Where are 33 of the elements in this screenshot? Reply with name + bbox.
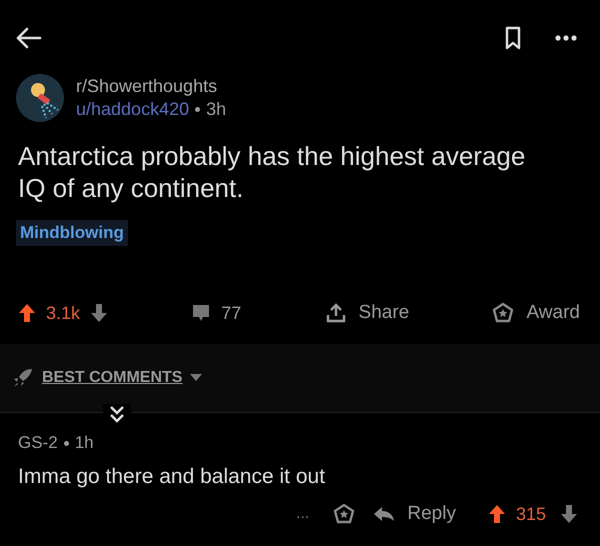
flair-tag[interactable]: Mindblowing: [16, 220, 128, 246]
separator-dot: [64, 440, 69, 446]
caret-icon: [190, 374, 202, 382]
share-button[interactable]: Share: [324, 302, 410, 324]
separator-dot: [195, 107, 200, 112]
more-button[interactable]: ...: [296, 505, 310, 523]
more-icon[interactable]: [554, 34, 578, 42]
comment-icon[interactable]: [191, 303, 212, 323]
award-icon[interactable]: [333, 503, 356, 525]
author-link[interactable]: u/haddock420: [76, 99, 190, 120]
share-icon: [324, 302, 347, 324]
reply-button[interactable]: Reply: [373, 503, 456, 525]
sort-dropdown[interactable]: BEST COMMENTS: [42, 369, 202, 387]
upvote-icon[interactable]: [18, 303, 36, 323]
back-icon[interactable]: [14, 26, 42, 50]
upvote-icon[interactable]: [488, 504, 506, 524]
comment-score: 315: [516, 504, 546, 524]
post-age: 3h: [206, 99, 226, 120]
comment-count: 77: [221, 302, 242, 324]
downvote-icon[interactable]: [90, 303, 108, 323]
bookmark-icon[interactable]: [504, 26, 522, 50]
subreddit-avatar-icon[interactable]: [16, 74, 64, 122]
rocket-icon: [12, 368, 34, 388]
comment-body: Imma go there and balance it out: [18, 465, 326, 489]
subreddit-name[interactable]: r/Showerthoughts: [76, 76, 226, 97]
award-button[interactable]: Award: [492, 302, 580, 324]
post-title: Antarctica probably has the highest average IQ of any continent.: [18, 140, 526, 204]
award-icon: [492, 302, 514, 324]
comment-author[interactable]: GS-2: [18, 433, 58, 453]
comment-age: 1h: [74, 433, 94, 453]
vote-score: 3.1k: [46, 302, 80, 324]
reply-icon: [373, 506, 396, 522]
downvote-icon[interactable]: [560, 504, 578, 524]
